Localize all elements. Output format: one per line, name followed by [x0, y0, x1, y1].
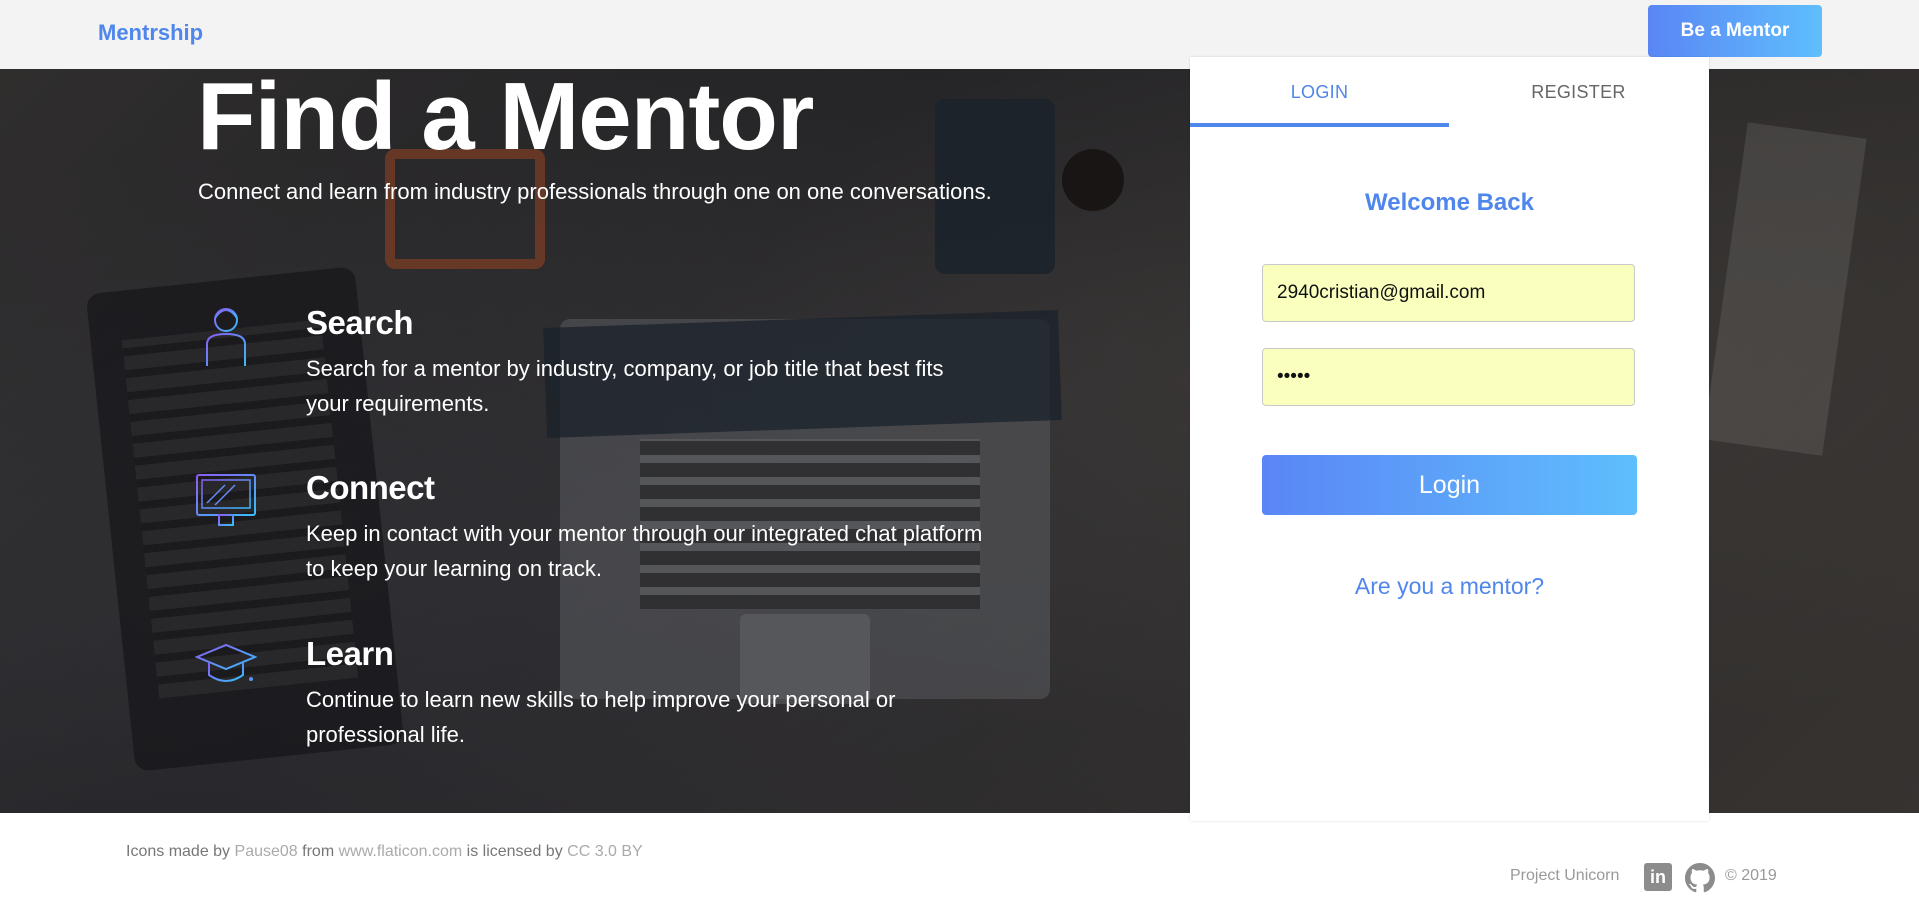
person-icon — [206, 308, 246, 366]
brand-logo[interactable]: Mentrship — [98, 20, 203, 46]
hero-subtitle: Connect and learn from industry professi… — [198, 179, 992, 204]
feature-description: Keep in contact with your mentor through… — [306, 521, 983, 581]
email-field[interactable] — [1262, 264, 1635, 322]
github-icon[interactable] — [1685, 863, 1715, 893]
feature-description: Continue to learn new skills to help imp… — [306, 687, 896, 747]
hero-title: Find a Mentor — [197, 69, 814, 170]
welcome-heading: Welcome Back — [1365, 189, 1534, 216]
project-name: Project Unicorn — [1510, 867, 1620, 884]
auth-tabs: LOGIN REGISTER — [1190, 57, 1709, 127]
be-a-mentor-button[interactable]: Be a Mentor — [1648, 5, 1822, 57]
feature-description: Search for a mentor by industry, company… — [306, 356, 944, 416]
login-button[interactable]: Login — [1262, 455, 1637, 515]
linkedin-icon[interactable]: in — [1644, 863, 1672, 891]
monitor-icon — [196, 474, 256, 528]
active-tab-indicator — [1190, 123, 1449, 127]
feature-title: Connect — [306, 469, 435, 506]
icon-credits: Icons made by Pause08 from www.flaticon.… — [126, 843, 643, 860]
footer: Icons made by Pause08 from www.flaticon.… — [0, 813, 1919, 904]
graduation-cap-icon — [195, 643, 257, 682]
are-you-a-mentor-link[interactable]: Are you a mentor? — [1190, 573, 1709, 600]
credits-author-link[interactable]: Pause08 — [235, 843, 298, 860]
flaticon-link[interactable]: www.flaticon.com — [339, 843, 463, 860]
tab-login[interactable]: LOGIN — [1190, 57, 1449, 127]
tab-register[interactable]: REGISTER — [1449, 57, 1708, 127]
copyright: © 2019 — [1725, 867, 1777, 884]
login-card: LOGIN REGISTER Welcome Back Login Are yo… — [1190, 57, 1709, 821]
password-field[interactable] — [1262, 348, 1635, 406]
license-link[interactable]: CC 3.0 BY — [567, 843, 643, 860]
feature-title: Search — [306, 304, 414, 341]
feature-title: Learn — [306, 635, 394, 672]
